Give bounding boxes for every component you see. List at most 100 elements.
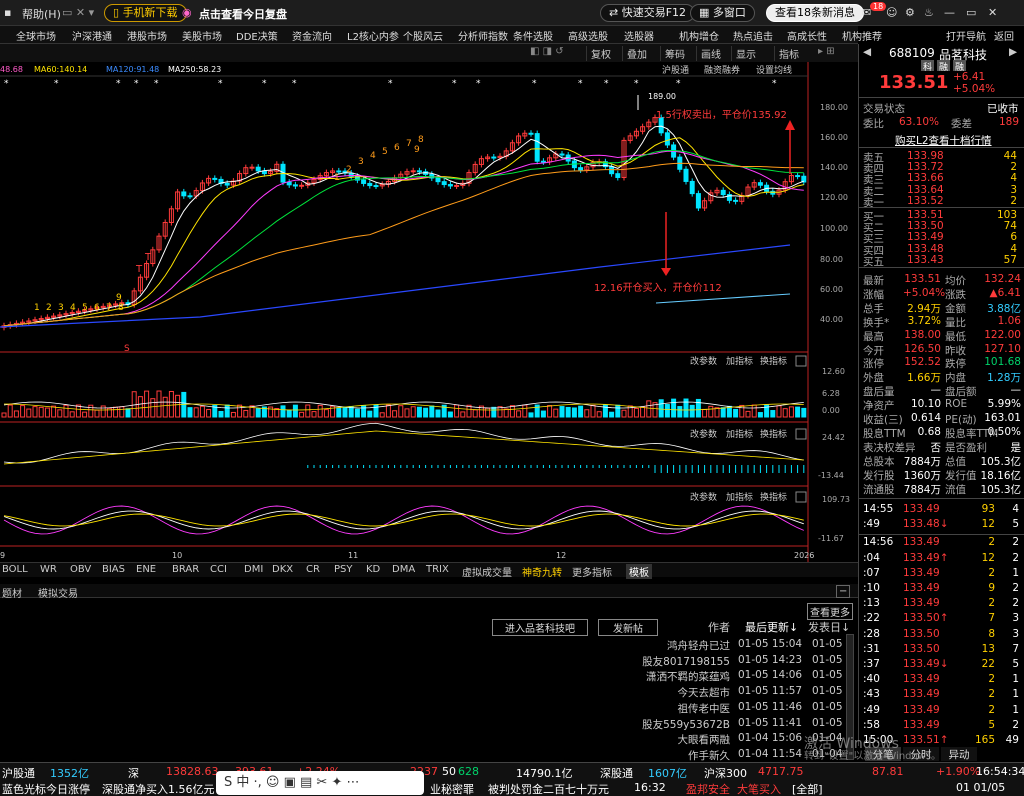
post-date: 01-05 — [812, 700, 843, 713]
menu-item-13[interactable]: 热点追击 — [733, 28, 773, 43]
toolbar-btn-2[interactable]: 筹码 — [660, 46, 685, 61]
latest-header[interactable]: 最后更新↓ — [745, 619, 798, 635]
indicator-tab-0[interactable]: BOLL — [2, 564, 28, 575]
indicator-tab-6[interactable]: CCI — [210, 564, 227, 575]
ime-toolbar[interactable]: S 中 ·, ☺ ▣ ▤ ✂ ✦ ⋯ — [216, 771, 424, 795]
help-menu[interactable]: 帮助(H) — [22, 6, 61, 22]
toolbar-btn-1[interactable]: 叠加 — [622, 46, 647, 61]
volume-bar — [20, 405, 26, 418]
menu-item-0[interactable]: 全球市场 — [16, 28, 56, 43]
indicator-tab-16[interactable]: 更多指标 — [572, 564, 612, 579]
volume-bar — [658, 399, 664, 418]
indicator-tab-8[interactable]: DKX — [272, 564, 293, 575]
stat-label: 最高 — [863, 330, 884, 343]
app-menu-icon[interactable]: ▪ — [4, 6, 11, 19]
enter-bar-button[interactable]: 进入品茗科技吧 — [492, 619, 588, 636]
post-button[interactable]: 发新帖 — [598, 619, 658, 636]
menu-item-14[interactable]: 高成长性 — [787, 28, 827, 43]
fast-trade-button[interactable]: ⇄ 快速交易F12 — [600, 4, 696, 22]
window-controls-icon[interactable]: ▭ ✕ ▾ — [62, 6, 94, 19]
post-author[interactable]: 作手新久 — [688, 748, 730, 763]
panel-close-icon-vol[interactable] — [795, 355, 807, 367]
volume-bar — [689, 404, 695, 418]
multi-window-button[interactable]: ▦ 多窗口 — [690, 4, 755, 22]
indicator-tab-1[interactable]: WR — [40, 564, 57, 575]
toolbar-btn-5[interactable]: 指标 — [774, 46, 799, 61]
posted-header[interactable]: 发表日↓ — [808, 619, 850, 635]
toolbar-icons[interactable]: ◧ ◨ ↺ — [530, 46, 564, 57]
menu-item-2[interactable]: 港股市场 — [127, 28, 167, 43]
tab-sim-trade[interactable]: 模拟交易 — [38, 585, 78, 600]
panel-close-icon-macd[interactable] — [795, 428, 807, 440]
td-count-low: 3 — [58, 303, 64, 313]
toolbar-btn-4[interactable]: 显示 — [731, 46, 756, 61]
post-author[interactable]: 祖传老中医 — [678, 701, 731, 716]
skin-icon[interactable]: ♨ — [924, 6, 934, 19]
close-icon[interactable]: ✕ — [988, 6, 997, 19]
indicator-tab-3[interactable]: BIAS — [102, 564, 125, 575]
indicator-tab-5[interactable]: BRAR — [172, 564, 199, 575]
menu-item-1[interactable]: 沪深港通 — [72, 28, 112, 43]
indicator-tab-4[interactable]: ENE — [136, 564, 156, 575]
menu-item-8[interactable]: 分析师指数 — [458, 28, 508, 43]
more-button[interactable]: 查看更多 — [807, 603, 853, 620]
volume-bar — [162, 396, 168, 418]
kline-chart[interactable]: 48.68 MA60:140.14 MA120:91.48 MA250:58.23 沪股… — [0, 62, 858, 562]
menu-item-11[interactable]: 选股器 — [624, 28, 654, 43]
minimize-icon[interactable]: — — [944, 6, 955, 19]
post-author[interactable]: 潇洒不羁的菜蕴鸡 — [646, 669, 730, 684]
collapse-icon[interactable]: − — [836, 585, 851, 598]
indicator-tab-2[interactable]: OBV — [70, 564, 91, 575]
smile-icon[interactable]: ☺ — [886, 6, 897, 19]
post-author[interactable]: 大眼看两融 — [678, 732, 731, 747]
toolbar-more-icon[interactable]: ▸ ⊞ — [818, 46, 835, 57]
toolbar-btn-3[interactable]: 画线 — [696, 46, 721, 61]
post-author[interactable]: 股友559y53672B — [642, 717, 730, 732]
menu-item-5[interactable]: 资金流向 — [292, 28, 332, 43]
bid-price: 133.50 — [907, 220, 944, 233]
stock-tag-2: 融 — [937, 60, 950, 73]
menu-item-12[interactable]: 机构增仓 — [679, 28, 719, 43]
menu-item-16[interactable]: 打开导航 — [946, 28, 986, 43]
toolbar-btn-0[interactable]: 复权 — [586, 46, 611, 61]
tick-time: :10 — [863, 582, 880, 594]
menu-item-9[interactable]: 条件选股 — [513, 28, 553, 43]
restore-icon[interactable]: ▭ — [966, 6, 976, 19]
state-value: 已收市 — [987, 103, 1019, 115]
volume-bar — [361, 405, 367, 418]
indicator-tab-12[interactable]: DMA — [392, 564, 415, 575]
indicator-tab-11[interactable]: KD — [366, 564, 380, 575]
stat-value: 152.52 — [904, 356, 941, 369]
download-button[interactable]: ▯ 手机新下载 — [104, 4, 187, 22]
indicator-tab-7[interactable]: DMI — [244, 564, 263, 575]
panel-close-icon-kdj[interactable] — [795, 491, 807, 503]
indicator-tab-14[interactable]: 虚拟成交量 — [462, 564, 512, 579]
next-stock-icon[interactable]: ▶ — [1009, 46, 1021, 58]
l2-link[interactable]: 购买L2查看十档行情 — [895, 133, 1005, 147]
indicator-tab-15[interactable]: 神奇九转 — [522, 564, 562, 579]
menu-item-17[interactable]: 返回 — [994, 28, 1014, 43]
menu-item-3[interactable]: 美股市场 — [182, 28, 222, 43]
indicator-tab-10[interactable]: PSY — [334, 564, 353, 575]
post-author[interactable]: 今天去超市 — [678, 685, 731, 700]
menu-item-6[interactable]: L2核心内参 — [347, 28, 399, 43]
menu-item-4[interactable]: DDE决策 — [236, 28, 278, 43]
review-link[interactable]: 点击查看今日复盘 — [199, 6, 287, 22]
tab-theme[interactable]: 题材 — [2, 585, 22, 600]
menu-item-15[interactable]: 机构推荐 — [842, 28, 882, 43]
high-price-label: 189.00 — [648, 92, 676, 101]
indicator-tab-13[interactable]: TRIX — [426, 564, 449, 575]
ticker-time: 16:32 — [634, 781, 666, 794]
menu-item-7[interactable]: 个股风云 — [403, 28, 443, 43]
post-author[interactable]: 鸿舟轻舟已过 — [667, 638, 730, 653]
settings-icon[interactable]: ⚙ — [905, 6, 915, 19]
x-axis-label: 2026 — [794, 551, 814, 560]
stat-value: 1.66万 — [907, 372, 941, 385]
quote-tab-2[interactable]: 异动 — [941, 747, 977, 761]
news-button[interactable]: 查看18条新消息 — [766, 4, 864, 22]
menu-item-10[interactable]: 高级选股 — [568, 28, 608, 43]
post-author[interactable]: 股友8017198155 — [642, 654, 730, 669]
indicator-tab-9[interactable]: CR — [306, 564, 320, 575]
prev-stock-icon[interactable]: ◀ — [863, 46, 875, 58]
indicator-tab-17[interactable]: 模板 — [626, 564, 652, 579]
